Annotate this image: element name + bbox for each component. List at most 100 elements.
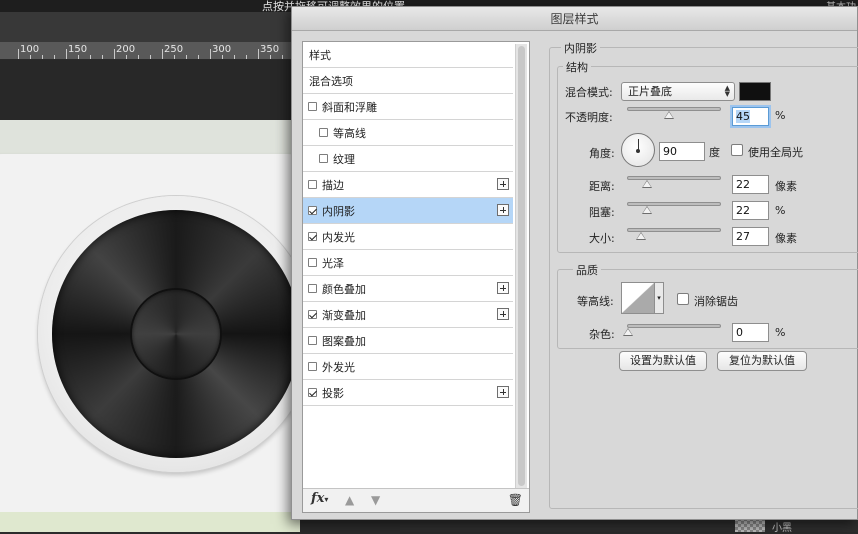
list-item-label: 光泽 [322, 256, 344, 270]
list-item-label: 内阴影 [322, 204, 355, 218]
list-item-gradient-overlay[interactable]: 渐变叠加 [303, 302, 513, 328]
stroke-checkbox[interactable] [308, 180, 317, 189]
list-item-pattern-overlay[interactable]: 图案叠加 [303, 328, 513, 354]
distance-slider-thumb[interactable] [642, 180, 652, 188]
document-canvas[interactable] [0, 120, 300, 532]
effects-list-panel: 样式 混合选项 斜面和浮雕 等高线 纹理 描边 内阴影 内发光 光泽 颜色叠加 … [302, 41, 530, 513]
chevron-updown-icon: ▲ ▼ [724, 84, 730, 98]
angle-dial[interactable] [621, 133, 655, 167]
noise-input[interactable]: 0 [732, 323, 769, 342]
angle-input[interactable]: 90 [659, 142, 705, 161]
add-gradient-overlay-plus-icon[interactable] [497, 308, 509, 320]
opacity-input[interactable]: 45 [732, 107, 769, 126]
ruler-minor-tick [198, 55, 199, 59]
size-slider-track[interactable] [627, 228, 721, 240]
size-label: 大小: [589, 232, 615, 245]
fx-label: fx [311, 491, 325, 506]
opacity-slider-track[interactable] [627, 107, 721, 119]
list-item-drop-shadow[interactable]: 投影 [303, 380, 513, 406]
add-stroke-plus-icon[interactable] [497, 178, 509, 190]
blend-mode-label: 混合模式: [565, 86, 613, 99]
list-item-blending-options[interactable]: 混合选项 [303, 68, 513, 94]
layer-style-dialog: 图层样式 样式 混合选项 斜面和浮雕 等高线 纹理 描边 内阴影 内发光 光泽 … [291, 6, 858, 520]
list-item-texture[interactable]: 纹理 [303, 146, 513, 172]
distance-input[interactable]: 22 [732, 175, 769, 194]
ruler-minor-tick [150, 55, 151, 59]
color-overlay-checkbox[interactable] [308, 284, 317, 293]
ruler-minor-tick [270, 55, 271, 59]
move-down-arrow-icon[interactable]: ▼ [371, 493, 380, 507]
contour-picker[interactable] [621, 282, 655, 314]
ruler-minor-tick [126, 55, 127, 59]
trash-icon[interactable]: 🗑 [508, 493, 523, 507]
blend-mode-select[interactable]: 正片叠底 ▲ ▼ [621, 82, 735, 101]
bevel-emboss-checkbox[interactable] [308, 102, 317, 111]
add-inner-shadow-plus-icon[interactable] [497, 204, 509, 216]
ruler-tick [66, 49, 67, 59]
list-item-label: 斜面和浮雕 [322, 100, 377, 114]
canvas-pasteboard [0, 60, 300, 120]
gradient-overlay-checkbox[interactable] [308, 310, 317, 319]
opacity-unit: % [775, 109, 786, 122]
scrollbar-thumb[interactable] [518, 46, 525, 486]
opacity-label: 不透明度: [565, 111, 613, 124]
list-item-bevel-emboss[interactable]: 斜面和浮雕 [303, 94, 513, 120]
ruler-minor-tick [78, 55, 79, 59]
ruler-tick [18, 49, 19, 59]
shadow-color-swatch[interactable] [739, 82, 771, 101]
layer-thumbnail[interactable] [735, 518, 765, 532]
size-slider-thumb[interactable] [636, 232, 646, 240]
fx-menu-icon[interactable]: fx▾ [311, 491, 328, 506]
antialias-checkbox[interactable] [677, 293, 689, 305]
noise-slider-track[interactable] [623, 324, 721, 336]
list-item-contour[interactable]: 等高线 [303, 120, 513, 146]
ruler-label: 300 [212, 44, 232, 55]
list-item-inner-shadow[interactable]: 内阴影 [303, 198, 513, 224]
move-up-arrow-icon[interactable]: ▲ [345, 493, 354, 507]
list-item-stroke[interactable]: 描边 [303, 172, 513, 198]
choke-value: 22 [736, 204, 750, 217]
ruler-minor-tick [90, 55, 91, 59]
choke-slider-track[interactable] [627, 202, 721, 214]
texture-checkbox[interactable] [319, 154, 328, 163]
distance-slider-track[interactable] [627, 176, 721, 188]
inner-glow-checkbox[interactable] [308, 232, 317, 241]
list-item-label: 投影 [322, 386, 344, 400]
list-item-label: 等高线 [333, 126, 366, 140]
noise-value: 0 [736, 326, 743, 339]
contour-dropdown-arrow-icon[interactable]: ▾ [655, 282, 664, 314]
contour-checkbox[interactable] [319, 128, 328, 137]
size-input[interactable]: 27 [732, 227, 769, 246]
add-drop-shadow-plus-icon[interactable] [497, 386, 509, 398]
ruler-minor-tick [222, 55, 223, 59]
satin-checkbox[interactable] [308, 258, 317, 267]
list-item-color-overlay[interactable]: 颜色叠加 [303, 276, 513, 302]
add-color-overlay-plus-icon[interactable] [497, 282, 509, 294]
opacity-slider-thumb[interactable] [664, 111, 674, 119]
choke-unit: % [775, 204, 786, 217]
size-value: 27 [736, 230, 750, 243]
list-item-outer-glow[interactable]: 外发光 [303, 354, 513, 380]
noise-slider-thumb[interactable] [623, 328, 633, 336]
choke-slider-thumb[interactable] [642, 206, 652, 214]
reset-default-button[interactable]: 复位为默认值 [717, 351, 807, 371]
pattern-overlay-checkbox[interactable] [308, 336, 317, 345]
ruler-minor-tick [102, 55, 103, 59]
effects-list-footer: fx▾ ▲ ▼ 🗑 [303, 488, 529, 512]
list-item-inner-glow[interactable]: 内发光 [303, 224, 513, 250]
list-item-styles[interactable]: 样式 [303, 42, 513, 68]
choke-input[interactable]: 22 [732, 201, 769, 220]
ruler-minor-tick [138, 55, 139, 59]
outer-glow-checkbox[interactable] [308, 362, 317, 371]
ruler-label: 150 [68, 44, 88, 55]
dialog-titlebar[interactable]: 图层样式 [292, 7, 857, 31]
effects-list-scrollbar[interactable] [515, 44, 527, 488]
set-default-button[interactable]: 设置为默认值 [619, 351, 707, 371]
effects-list: 样式 混合选项 斜面和浮雕 等高线 纹理 描边 内阴影 内发光 光泽 颜色叠加 … [303, 42, 513, 490]
global-light-checkbox[interactable] [731, 144, 743, 156]
noise-label: 杂色: [589, 328, 615, 341]
inner-shadow-checkbox[interactable] [308, 206, 317, 215]
angle-unit: 度 [709, 146, 720, 159]
drop-shadow-checkbox[interactable] [308, 388, 317, 397]
list-item-satin[interactable]: 光泽 [303, 250, 513, 276]
